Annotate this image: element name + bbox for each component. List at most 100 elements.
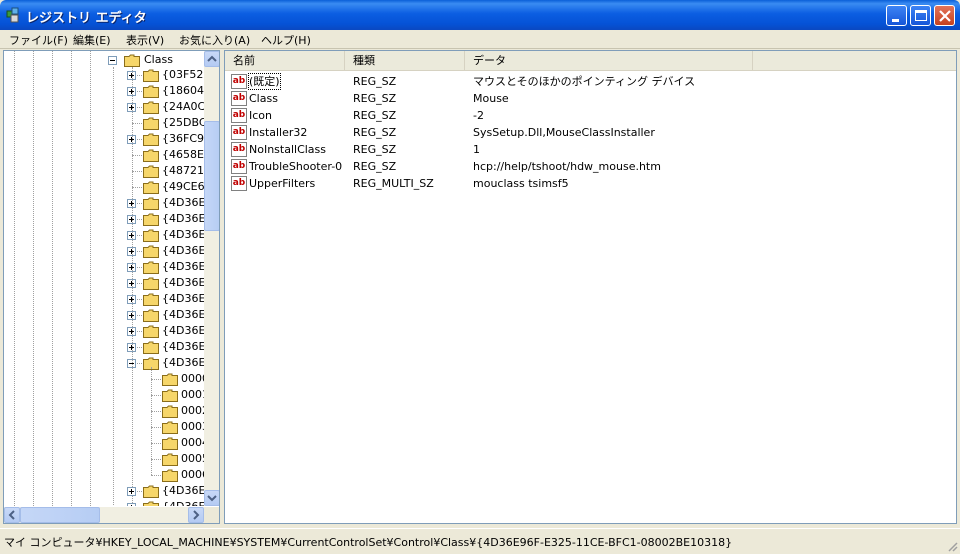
title-bar[interactable]: レジストリ エディタ [0,0,960,30]
scroll-down-button[interactable] [204,490,219,506]
value-row[interactable]: ab Icon REG_SZ -2 [225,107,956,124]
tree-node-label[interactable]: {48721E [162,164,204,178]
tree-node-label[interactable]: {24A0C8 [162,100,204,114]
tree-node-label[interactable]: {4D36E9 [162,484,204,498]
scrollbar-corner [204,507,219,523]
tree-node-label[interactable]: {4658EE [162,148,204,162]
tree-node-label[interactable]: 0004 [181,436,204,450]
column-header-name[interactable]: 名前 [225,51,345,71]
folder-icon [143,181,159,194]
value-data: 1 [473,143,480,156]
tree-guide-line [52,51,53,506]
tree-node-label[interactable]: {4D36E9 [162,324,204,338]
menu-bar: ファイル(F) 編集(E) 表示(V) お気に入り(A) ヘルプ(H) [0,30,960,49]
tree-guide-line [151,367,152,475]
tree-node-label[interactable]: {4D36E9 [162,212,204,226]
tree-node-label[interactable]: 0006 [181,468,204,482]
value-row[interactable]: ab (既定) REG_SZ マウスとそのほかのポインティング デバイス [225,73,956,90]
value-name: (既定) [248,73,281,90]
folder-icon [162,373,178,386]
tree-node-label[interactable]: {25DBCE [162,116,204,130]
value-data: Mouse [473,92,509,105]
folder-icon [143,501,159,506]
vertical-scroll-thumb[interactable] [204,121,219,231]
string-value-icon: ab [231,125,247,140]
tree-node-label[interactable]: {4D36E9 [162,260,204,274]
minimize-button[interactable] [886,5,907,26]
folder-icon [143,261,159,274]
tree-node-label[interactable]: {186045 [162,84,204,98]
tree-node-label[interactable]: 0003 [181,420,204,434]
menu-edit[interactable]: 編集(E) [73,32,111,48]
tree-node-label[interactable]: 0000 [181,372,204,386]
resize-grip-icon[interactable] [946,540,958,552]
column-header-data[interactable]: データ [465,51,753,71]
tree-vertical-scrollbar[interactable] [204,51,219,506]
folder-icon [143,101,159,114]
close-button[interactable] [934,5,955,26]
string-value-icon: ab [231,108,247,123]
tree-node-label[interactable]: {4D36E9 [162,292,204,306]
tree-node-label[interactable]: {36FC9E [162,132,204,146]
scroll-up-button[interactable] [204,51,219,67]
values-list-pane[interactable]: 名前 種類 データ ab (既定) REG_SZ マウスとそのほかのポインティング デ… [224,50,957,524]
tree-node-label[interactable]: {4D36E9 [162,244,204,258]
tree-horizontal-scrollbar[interactable] [4,507,204,523]
menu-favorites[interactable]: お気に入り(A) [179,32,250,48]
tree-expand-button[interactable] [127,503,136,506]
value-data: hcp://help/tshoot/hdw_mouse.htm [473,160,661,173]
chevron-up-icon [207,55,217,62]
value-row[interactable]: ab NoInstallClass REG_SZ 1 [225,141,956,158]
menu-file[interactable]: ファイル(F) [9,32,68,48]
value-type: REG_SZ [353,75,397,88]
value-data: SysSetup.Dll,MouseClassInstaller [473,126,655,139]
tree-node-label[interactable]: 0005 [181,452,204,466]
string-value-icon: ab [231,176,247,191]
tree-node-label[interactable]: {4D36E9 [162,340,204,354]
tree-expand-button[interactable] [127,487,136,496]
value-row[interactable]: ab UpperFilters REG_MULTI_SZ mouclass tsims… [225,175,956,192]
registry-tree-pane[interactable]: Class {03F529 {186045 {24A0C8 {25DBCE {36FC9… [3,50,220,524]
tree-node-label[interactable]: {4D36E9 [162,308,204,322]
value-type: REG_MULTI_SZ [353,177,434,190]
value-type: REG_SZ [353,143,397,156]
value-data: マウスとそのほかのポインティング デバイス [473,75,696,88]
class-collapse-expander[interactable] [108,56,117,65]
tree-node-class-label[interactable]: Class [144,53,173,67]
menu-view[interactable]: 表示(V) [126,32,164,48]
folder-icon [143,341,159,354]
tree-node-label[interactable]: {4D36E9 [162,196,204,210]
value-row[interactable]: ab Class REG_SZ Mouse [225,90,956,107]
tree-node-label[interactable]: {49CE6A [162,180,204,194]
value-row[interactable]: ab Installer32 REG_SZ SysSetup.Dll,MouseCla… [225,124,956,141]
horizontal-scroll-thumb[interactable] [20,507,100,523]
tree-node-label[interactable]: {4D36E9 [162,500,204,506]
tree-node-label[interactable]: {03F529 [162,68,204,82]
tree-guide-line [14,51,15,506]
value-data: -2 [473,109,484,122]
folder-icon [143,213,159,226]
folder-icon [162,437,178,450]
scroll-left-button[interactable] [4,507,20,523]
folder-icon [162,405,178,418]
tree-node-label[interactable]: {4D36E9 [162,228,204,242]
tree-node-label[interactable]: 0001 [181,388,204,402]
tree-guide-line [90,51,91,506]
menu-help[interactable]: ヘルプ(H) [261,32,311,48]
tree-node-label[interactable]: {4D36E9 [162,276,204,290]
scroll-right-button[interactable] [188,507,204,523]
folder-icon [143,277,159,290]
folder-icon [143,165,159,178]
status-bar: マイ コンピュータ¥HKEY_LOCAL_MACHINE¥SYSTEM¥Curr… [0,528,960,554]
minimize-icon [892,19,899,22]
maximize-button[interactable] [910,5,931,26]
status-path: マイ コンピュータ¥HKEY_LOCAL_MACHINE¥SYSTEM¥Curr… [4,536,733,549]
folder-icon [143,245,159,258]
chevron-right-icon [193,510,200,520]
tree-node-label[interactable]: {4D36E9 [162,356,204,370]
value-row[interactable]: ab TroubleShooter-0 REG_SZ hcp://help/tshoo… [225,158,956,175]
column-header-type[interactable]: 種類 [345,51,465,71]
tree-node-label[interactable]: 0002 [181,404,204,418]
close-icon [939,10,951,22]
tree-view[interactable]: Class {03F529 {186045 {24A0C8 {25DBCE {36FC9… [4,51,204,506]
